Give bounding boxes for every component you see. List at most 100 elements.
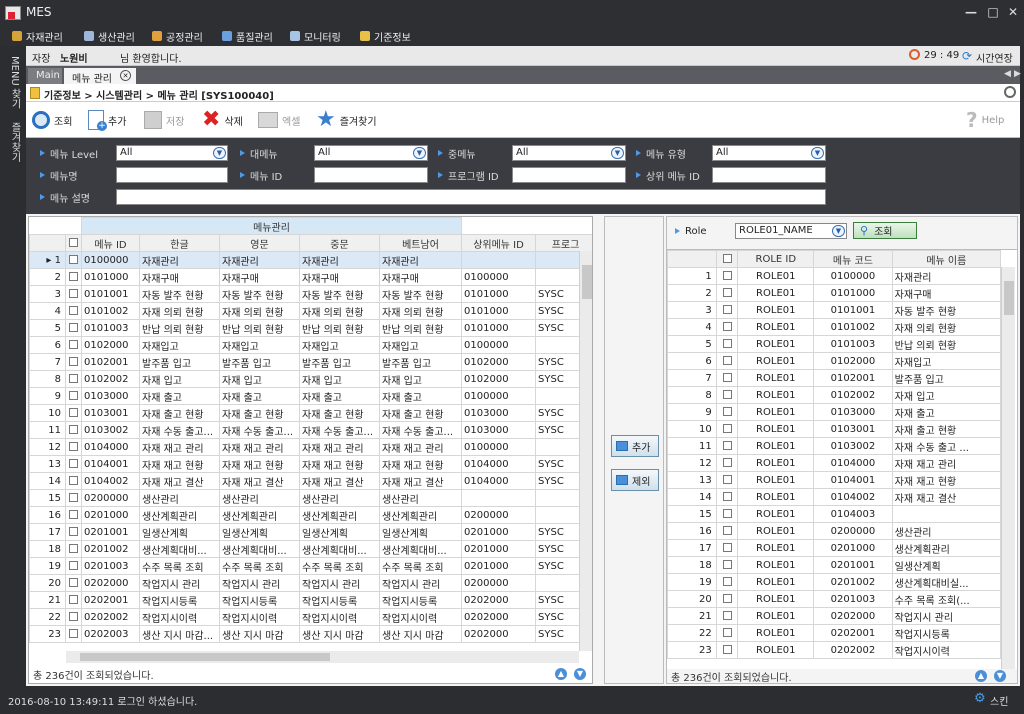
menu-item-standard[interactable]: 기준정보 <box>360 28 411 44</box>
settings-gear-icon[interactable] <box>1004 86 1016 98</box>
column-header[interactable]: 중문 <box>299 234 380 252</box>
help-button[interactable]: ? Help <box>966 106 1004 134</box>
skin-button[interactable]: 스킨 <box>990 693 1008 708</box>
column-header[interactable]: 프로그 <box>535 234 592 252</box>
search-button[interactable]: 조회 <box>32 106 72 134</box>
row-checkbox[interactable] <box>65 489 82 507</box>
move-down-icon[interactable]: ▼ <box>994 670 1006 682</box>
dropdown-icon[interactable]: ▼ <box>413 147 426 159</box>
table-row[interactable]: 9 0103000 자재 출고 자재 출고 자재 출고 자재 출고 0100000 <box>29 387 592 405</box>
excel-button[interactable]: 엑셀 <box>258 106 300 134</box>
menu-desc-input[interactable] <box>116 189 826 205</box>
row-checkbox[interactable] <box>65 540 82 558</box>
menu-type-select[interactable]: All ▼ <box>712 145 826 161</box>
row-checkbox[interactable] <box>715 488 739 506</box>
row-checkbox[interactable] <box>715 386 739 404</box>
table-row[interactable]: 23 ROLE01 0202002 작업지시이력 <box>667 641 1002 659</box>
table-row[interactable]: 3 0101001 자동 발주 현황 자동 발주 현황 자동 발주 현황 자동 발주 현황… <box>29 285 592 303</box>
column-header[interactable]: 메뉴 코드 <box>813 250 893 268</box>
menu-item-process[interactable]: 공정관리 <box>152 28 203 44</box>
row-checkbox[interactable] <box>715 335 739 353</box>
horizontal-scrollbar[interactable] <box>66 651 579 663</box>
row-checkbox[interactable] <box>715 454 739 472</box>
row-checkbox[interactable] <box>715 505 739 523</box>
row-checkbox[interactable] <box>715 437 739 455</box>
tab-close-icon[interactable]: ✕ <box>120 70 131 81</box>
table-row[interactable]: 21 ROLE01 0202000 작업지시 관리 <box>667 607 1002 625</box>
move-up-icon[interactable]: ▲ <box>975 670 987 682</box>
favorite-button[interactable]: ★ 즐겨찾기 <box>316 106 377 134</box>
table-row[interactable]: 22 0202002 작업지시이력 작업지시이력 작업지시이력 작업지시이력 0202000… <box>29 608 592 626</box>
table-row[interactable]: ▸ 1 0100000 자재관리 자재관리 자재관리 자재관리 <box>29 251 592 269</box>
select-all-checkbox[interactable] <box>65 234 82 252</box>
table-row[interactable]: 1 ROLE01 0100000 자재관리 <box>667 267 1002 285</box>
table-row[interactable]: 5 0101003 반납 의뢰 현황 반납 의뢰 현황 반납 의뢰 현황 반납 의뢰 현황… <box>29 319 592 337</box>
tab-scroll-right-icon[interactable]: ▶ <box>1014 69 1021 79</box>
row-checkbox[interactable] <box>65 353 82 371</box>
table-row[interactable]: 20 0202000 작업지시 관리 작업지시 관리 작업지시 관리 작업지시 관리 020… <box>29 574 592 592</box>
table-row[interactable]: 14 0104002 자재 재고 결산 자재 재고 결산 자재 재고 결산 자재 재고 결… <box>29 472 592 490</box>
table-row[interactable]: 6 0102000 자재입고 자재입고 자재입고 자재입고 0100000 <box>29 336 592 354</box>
row-checkbox[interactable] <box>715 607 739 625</box>
menu-id-input[interactable] <box>314 167 428 183</box>
column-header[interactable]: 한글 <box>139 234 220 252</box>
table-row[interactable]: 19 0201003 수주 목록 조회 수주 목록 조회 수주 목록 조회 수주 목록 조… <box>29 557 592 575</box>
dropdown-icon[interactable]: ▼ <box>811 147 824 159</box>
row-checkbox[interactable] <box>715 539 739 557</box>
column-header[interactable]: 영문 <box>219 234 300 252</box>
table-row[interactable]: 5 ROLE01 0101003 반납 의뢰 현황 <box>667 335 1002 353</box>
row-checkbox[interactable] <box>715 556 739 574</box>
row-checkbox[interactable] <box>715 267 739 285</box>
table-row[interactable]: 13 0104001 자재 재고 현황 자재 재고 현황 자재 재고 현황 자재 재고 현… <box>29 455 592 473</box>
table-row[interactable]: 8 ROLE01 0102002 자재 입고 <box>667 386 1002 404</box>
table-row[interactable]: 9 ROLE01 0103000 자재 출고 <box>667 403 1002 421</box>
row-checkbox[interactable] <box>65 523 82 541</box>
tab-main[interactable]: Main <box>28 68 62 84</box>
major-menu-select[interactable]: All ▼ <box>314 145 428 161</box>
vertical-scrollbar[interactable] <box>579 251 592 651</box>
table-row[interactable]: 13 ROLE01 0104001 자재 재고 현황 <box>667 471 1002 489</box>
row-checkbox[interactable] <box>65 387 82 405</box>
table-row[interactable]: 7 ROLE01 0102001 발주품 입고 <box>667 369 1002 387</box>
row-checkbox[interactable] <box>65 421 82 439</box>
row-checkbox[interactable] <box>715 641 739 659</box>
column-header[interactable]: 상위메뉴 ID <box>461 234 537 252</box>
minimize-icon[interactable]: — <box>962 4 980 20</box>
select-all-checkbox[interactable] <box>715 250 739 268</box>
row-checkbox[interactable] <box>715 522 739 540</box>
dropdown-icon[interactable]: ▼ <box>213 147 226 159</box>
table-row[interactable]: 8 0102002 자재 입고 자재 입고 자재 입고 자재 입고 0102000 SYSC <box>29 370 592 388</box>
table-row[interactable]: 6 ROLE01 0102000 자재입고 <box>667 352 1002 370</box>
table-row[interactable]: 20 ROLE01 0201003 수주 목록 조회(... <box>667 590 1002 608</box>
table-row[interactable]: 11 0103002 자재 수동 출고... 자재 수동 출고... 자재 수동 출고.… <box>29 421 592 439</box>
remove-from-role-button[interactable]: 제외 <box>611 469 659 491</box>
row-checkbox[interactable] <box>715 420 739 438</box>
move-up-icon[interactable]: ▲ <box>555 668 567 680</box>
row-checkbox[interactable] <box>65 285 82 303</box>
row-checkbox[interactable] <box>715 403 739 421</box>
table-row[interactable]: 12 ROLE01 0104000 자재 재고 관리 <box>667 454 1002 472</box>
row-checkbox[interactable] <box>65 370 82 388</box>
table-row[interactable]: 18 0201002 생산계획대비... 생산계획대비... 생산계획대비... 생산계획… <box>29 540 592 558</box>
row-checkbox[interactable] <box>65 506 82 524</box>
vertical-scrollbar[interactable] <box>1001 267 1015 669</box>
table-row[interactable]: 15 0200000 생산관리 생산관리 생산관리 생산관리 <box>29 489 592 507</box>
menu-item-materials[interactable]: 자재관리 <box>12 28 63 44</box>
table-row[interactable]: 12 0104000 자재 재고 관리 자재 재고 관리 자재 재고 관리 자재 재고 관… <box>29 438 592 456</box>
table-row[interactable]: 15 ROLE01 0104003 <box>667 505 1002 523</box>
row-checkbox[interactable] <box>65 336 82 354</box>
row-checkbox[interactable] <box>715 352 739 370</box>
middle-menu-select[interactable]: All ▼ <box>512 145 626 161</box>
refresh-icon[interactable]: ⟳ <box>962 49 972 63</box>
row-checkbox[interactable] <box>715 573 739 591</box>
row-checkbox[interactable] <box>65 268 82 286</box>
row-checkbox[interactable] <box>715 301 739 319</box>
table-row[interactable]: 19 ROLE01 0201002 생산계획대비실... <box>667 573 1002 591</box>
row-checkbox[interactable] <box>65 319 82 337</box>
table-row[interactable]: 4 0101002 자재 의뢰 현황 자재 의뢰 현황 자재 의뢰 현황 자재 의뢰 현황… <box>29 302 592 320</box>
row-checkbox[interactable] <box>65 404 82 422</box>
row-checkbox[interactable] <box>65 302 82 320</box>
menu-name-input[interactable] <box>116 167 228 183</box>
menu-search-tab[interactable]: MENU 찾기 <box>4 56 22 109</box>
delete-button[interactable]: ✖ 삭제 <box>202 106 243 134</box>
